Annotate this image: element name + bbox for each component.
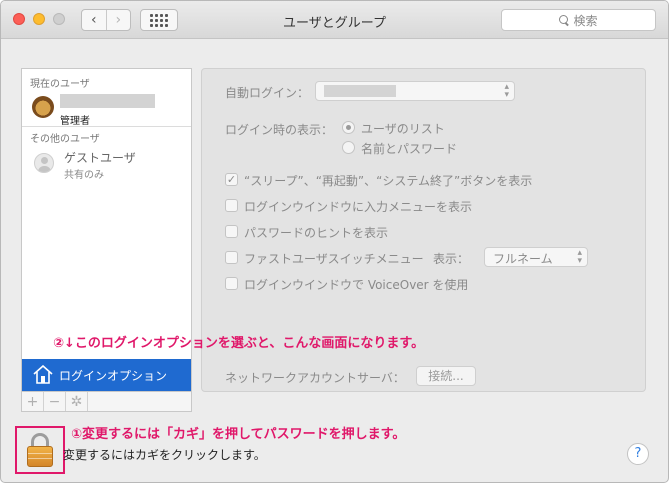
other-users-heading: その他のユーザ (30, 134, 100, 145)
checkbox-fast-user-switch[interactable] (225, 251, 238, 264)
network-server-label: ネットワークアカウントサーバ： (225, 371, 405, 385)
auto-login-label: 自動ログイン： (225, 86, 310, 100)
fast-user-display-popup[interactable]: フルネーム ▴ ▾ (484, 247, 588, 267)
house-icon (33, 365, 53, 384)
lock-highlight (15, 426, 65, 474)
chevron-updown-icon: ▴ ▾ (577, 248, 582, 266)
radio-name-password-label: 名前とパスワード (361, 142, 458, 156)
checkbox-fast-user-switch-label: ファストユーザスイッチメニュー (244, 252, 424, 266)
auto-login-popup[interactable]: ▴ ▾ (315, 81, 515, 101)
join-button[interactable]: 接続... (416, 366, 476, 386)
divider (22, 126, 191, 127)
title-bar: ‹ › ユーザとグループ 検索 (1, 1, 668, 39)
fast-user-display-value: フルネーム (493, 252, 553, 266)
guest-avatar-icon (34, 153, 54, 173)
checkbox-input-menu-label: ログインウインドウに入力メニューを表示 (244, 200, 473, 214)
display-at-login-label: ログイン時の表示： (225, 123, 334, 137)
checkbox-sleep-restart-label: “スリープ”、“再起動”、“システム終了”ボタンを表示 (244, 174, 533, 188)
search-icon (559, 15, 569, 25)
redacted-popup-value (324, 85, 396, 97)
user-item-admin[interactable]: 管理者 (22, 93, 191, 129)
user-item-guest[interactable]: ゲストユーザ 共有のみ (22, 149, 191, 185)
radio-user-list-label: ユーザのリスト (361, 122, 445, 136)
radio-user-list[interactable] (342, 121, 355, 134)
lock-icon[interactable] (27, 433, 53, 467)
user-role-label: 管理者 (60, 116, 90, 127)
sidebar-toolbar: + − ✲ (21, 392, 192, 412)
login-options-label: ログインオプション (59, 369, 168, 383)
preferences-window: ‹ › ユーザとグループ 検索 現在のユーザ 管理者 その他のユーザ ゲストユー… (0, 0, 669, 483)
gear-icon[interactable]: ✲ (66, 392, 88, 411)
sidebar-item-login-options[interactable]: ログインオプション (22, 359, 191, 391)
checkbox-password-hints[interactable] (225, 225, 238, 238)
checkbox-password-hints-label: パスワードのヒントを表示 (244, 226, 389, 240)
checkbox-sleep-restart[interactable]: ✓ (225, 173, 238, 186)
redacted-user-name (60, 94, 155, 108)
help-button[interactable]: ? (627, 443, 649, 465)
checkbox-voiceover-label: ログインウインドウで VoiceOver を使用 (244, 278, 469, 292)
add-user-button[interactable]: + (22, 392, 44, 411)
chevron-updown-icon: ▴ ▾ (504, 82, 509, 100)
checkbox-input-menu[interactable] (225, 199, 238, 212)
remove-user-button[interactable]: − (44, 392, 66, 411)
search-placeholder: 検索 (573, 13, 598, 28)
lock-instruction: 変更するにはカギをクリックします。 (63, 448, 266, 462)
avatar (32, 96, 54, 118)
checkbox-voiceover[interactable] (225, 277, 238, 290)
guest-user-name: ゲストユーザ (64, 151, 136, 165)
fast-user-display-label: 表示： (433, 252, 470, 266)
annotation-step2: ②↓このログインオプションを選ぶと、こんな画面になります。 (53, 336, 425, 351)
radio-name-password[interactable] (342, 141, 355, 154)
search-input[interactable]: 検索 (501, 9, 656, 31)
guest-user-status: 共有のみ (64, 170, 104, 181)
current-users-heading: 現在のユーザ (30, 79, 90, 90)
annotation-step1: ①変更するには「カギ」を押してパスワードを押します。 (71, 427, 406, 442)
